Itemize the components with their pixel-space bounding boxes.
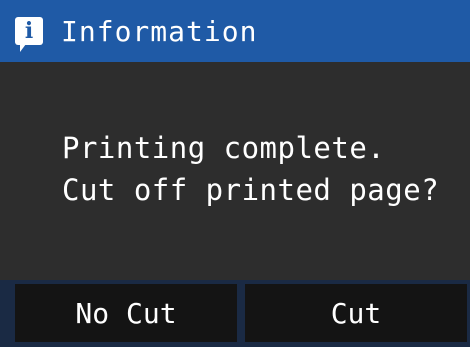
dialog-message: Printing complete. Cut off printed page? [62, 127, 439, 211]
cut-button[interactable]: Cut [245, 284, 467, 342]
message-line-1: Printing complete. [62, 131, 386, 165]
dialog-title: Information [61, 14, 258, 48]
dialog-title-bar: i Information [0, 0, 470, 62]
button-bar: No Cut Cut [0, 280, 470, 347]
message-line-2: Cut off printed page? [62, 173, 440, 207]
no-cut-button[interactable]: No Cut [15, 284, 237, 342]
information-dialog: i Information Printing complete. Cut off… [0, 0, 470, 347]
info-icon: i [15, 17, 43, 52]
